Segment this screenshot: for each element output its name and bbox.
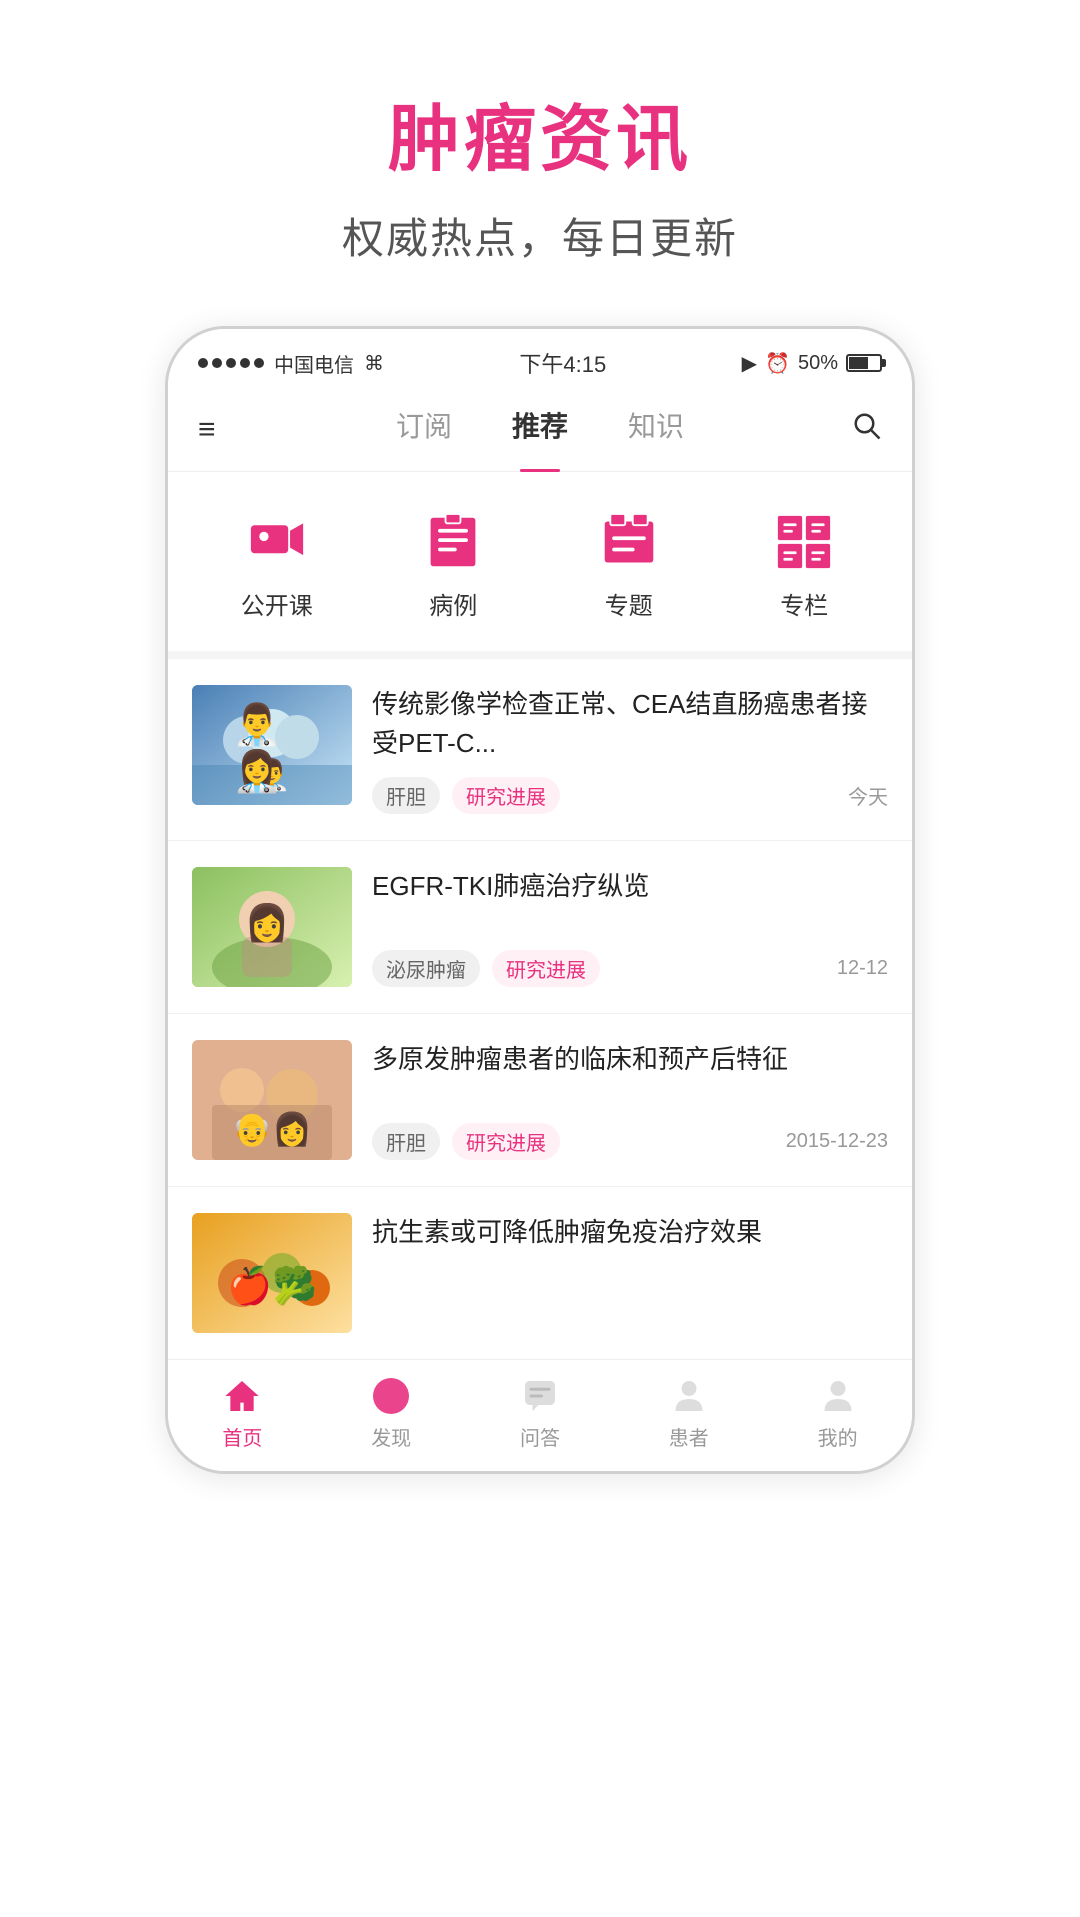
wifi-icon: ⌘ xyxy=(364,351,384,376)
status-bar: 中国电信 ⌘ 下午4:15 ▶ ⏰ 50% xyxy=(168,329,912,389)
category-gongkaike[interactable]: 公开课 xyxy=(241,512,313,621)
discover-label: 发现 xyxy=(371,1422,411,1451)
svg-text:👨‍⚕️: 👨‍⚕️ xyxy=(253,757,290,792)
category-zhuanlan-label: 专栏 xyxy=(780,586,828,621)
nav-tab-items: 订阅 推荐 知识 xyxy=(258,405,822,455)
tag-yanjiu-3: 研究进展 xyxy=(452,1123,560,1160)
video-camera-icon xyxy=(242,512,312,572)
tag-gandan-3: 肝胆 xyxy=(372,1123,440,1160)
status-right: ▶ ⏰ 50% xyxy=(742,351,882,376)
category-bingli[interactable]: 病例 xyxy=(418,512,488,621)
battery-icon xyxy=(846,354,882,372)
bottom-nav-mine[interactable]: 我的 xyxy=(763,1376,912,1451)
article-meta-3: 肝胆 研究进展 2015-12-23 xyxy=(372,1123,888,1160)
tag-yanjiu-2: 研究进展 xyxy=(492,950,600,987)
article-thumb-2: 👩 xyxy=(192,867,352,987)
article-content-1: 传统影像学检查正常、CEA结直肠癌患者接受PET-C... 肝胆 研究进展 今天 xyxy=(372,685,888,814)
page-title: 肿瘤资讯 xyxy=(342,80,738,185)
tab-zhishi[interactable]: 知识 xyxy=(628,405,684,455)
location-icon: ▶ xyxy=(742,351,757,376)
status-left: 中国电信 ⌘ xyxy=(198,349,384,378)
category-bingli-label: 病例 xyxy=(429,586,477,621)
column-icon xyxy=(769,512,839,572)
category-row: 公开课 病例 xyxy=(168,472,912,659)
alarm-icon: ⏰ xyxy=(765,351,790,376)
patient-label: 患者 xyxy=(669,1422,709,1451)
patient-icon xyxy=(665,1376,713,1416)
article-title-2: EGFR-TKI肺癌治疗纵览 xyxy=(372,867,888,906)
article-item-3[interactable]: 👴👩 多原发肿瘤患者的临床和预产后特征 肝胆 研究进展 2015-12-23 xyxy=(168,1014,912,1187)
category-zhuanti-label: 专题 xyxy=(605,586,653,621)
discover-icon xyxy=(367,1376,415,1416)
phone-frame: 中国电信 ⌘ 下午4:15 ▶ ⏰ 50% ≡ 订阅 推荐 知识 xyxy=(165,326,915,1474)
article-content-4: 抗生素或可降低肿瘤免疫治疗效果 xyxy=(372,1213,888,1333)
home-icon xyxy=(218,1376,266,1416)
page-header: 肿瘤资讯 权威热点，每日更新 xyxy=(342,0,738,326)
article-item-4[interactable]: 🍎🥦 抗生素或可降低肿瘤免疫治疗效果 xyxy=(168,1187,912,1359)
home-label: 首页 xyxy=(222,1422,262,1451)
bottom-nav-patient[interactable]: 患者 xyxy=(614,1376,763,1451)
article-list: 👨‍⚕️ 传统影像学检查正常、CEA结直肠癌患者接受PET-C... 肝胆 研究… xyxy=(168,659,912,1359)
menu-icon[interactable]: ≡ xyxy=(198,413,258,447)
qa-label: 问答 xyxy=(520,1422,560,1451)
bottom-nav-discover[interactable]: 发现 xyxy=(317,1376,466,1451)
signal-dots xyxy=(198,358,264,368)
mine-label: 我的 xyxy=(818,1422,858,1451)
mine-icon xyxy=(814,1376,862,1416)
article-meta-2: 泌尿肿瘤 研究进展 12-12 xyxy=(372,950,888,987)
status-time: 下午4:15 xyxy=(519,347,606,379)
category-zhuanlan[interactable]: 专栏 xyxy=(769,512,839,621)
signal-dot-1 xyxy=(198,358,208,368)
article-title-3: 多原发肿瘤患者的临床和预产后特征 xyxy=(372,1040,888,1079)
bottom-nav: 首页 发现 问答 xyxy=(168,1359,912,1471)
category-zhuanti[interactable]: 专题 xyxy=(594,512,664,621)
qa-icon xyxy=(516,1376,564,1416)
article-item-2[interactable]: 👩 EGFR-TKI肺癌治疗纵览 泌尿肿瘤 研究进展 12-12 xyxy=(168,841,912,1014)
signal-dot-5 xyxy=(254,358,264,368)
topic-icon xyxy=(594,512,664,572)
svg-text:🍎🥦: 🍎🥦 xyxy=(227,1264,317,1307)
signal-dot-4 xyxy=(240,358,250,368)
svg-text:👩: 👩 xyxy=(245,902,290,943)
category-gongkaike-label: 公开课 xyxy=(241,586,313,621)
case-icon xyxy=(418,512,488,572)
battery-fill xyxy=(849,357,868,369)
signal-dot-3 xyxy=(226,358,236,368)
search-icon[interactable] xyxy=(822,411,882,449)
article-date-1: 今天 xyxy=(848,781,888,810)
nav-tabs: ≡ 订阅 推荐 知识 xyxy=(168,389,912,472)
article-content-2: EGFR-TKI肺癌治疗纵览 泌尿肿瘤 研究进展 12-12 xyxy=(372,867,888,987)
article-title-1: 传统影像学检查正常、CEA结直肠癌患者接受PET-C... xyxy=(372,685,888,763)
tag-gandan-1: 肝胆 xyxy=(372,777,440,814)
battery-text: 50% xyxy=(798,352,838,375)
article-meta-1: 肝胆 研究进展 今天 xyxy=(372,777,888,814)
tab-tuijian[interactable]: 推荐 xyxy=(512,405,568,455)
tab-dingue[interactable]: 订阅 xyxy=(396,405,452,455)
carrier-label: 中国电信 xyxy=(274,349,354,378)
article-item-1[interactable]: 👨‍⚕️ 传统影像学检查正常、CEA结直肠癌患者接受PET-C... 肝胆 研究… xyxy=(168,659,912,841)
bottom-nav-home[interactable]: 首页 xyxy=(168,1376,317,1451)
tag-minyao-2: 泌尿肿瘤 xyxy=(372,950,480,987)
page-subtitle: 权威热点，每日更新 xyxy=(342,205,738,266)
bottom-nav-qa[interactable]: 问答 xyxy=(466,1376,615,1451)
article-thumb-4: 🍎🥦 xyxy=(192,1213,352,1333)
article-thumb-3: 👴👩 xyxy=(192,1040,352,1160)
article-title-4: 抗生素或可降低肿瘤免疫治疗效果 xyxy=(372,1213,888,1252)
article-date-3: 2015-12-23 xyxy=(786,1130,888,1153)
svg-text:👴👩: 👴👩 xyxy=(232,1111,312,1147)
signal-dot-2 xyxy=(212,358,222,368)
article-content-3: 多原发肿瘤患者的临床和预产后特征 肝胆 研究进展 2015-12-23 xyxy=(372,1040,888,1160)
tag-yanjiu-1: 研究进展 xyxy=(452,777,560,814)
article-thumb-1: 👨‍⚕️ xyxy=(192,685,352,805)
article-date-2: 12-12 xyxy=(837,957,888,980)
